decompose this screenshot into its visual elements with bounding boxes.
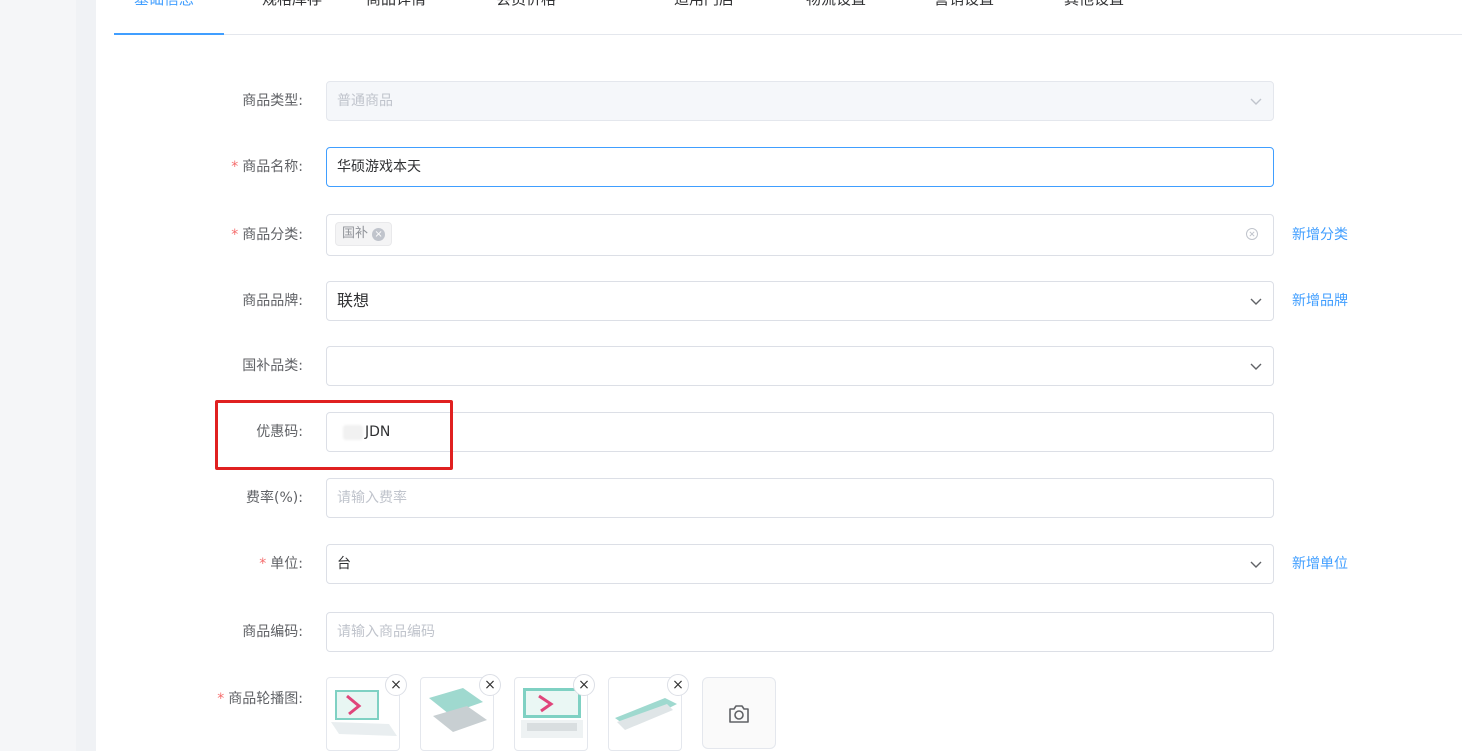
subsidy-category-label: 国补品类: — [242, 358, 303, 374]
tab-bar: 基础信息 规格库存 商品详情 会员价格 适用门店 物流设置 营销设置 其他设置 — [114, 0, 1462, 35]
coupon-code-input[interactable]: JDN — [326, 412, 1274, 452]
carousel-label: * 商品轮播图: — [217, 691, 303, 707]
unit-label: * 单位: — [259, 556, 303, 572]
tab-other-settings[interactable]: 其他设置 — [1064, 0, 1124, 14]
tab-basic-info[interactable]: 基础信息 — [134, 0, 194, 14]
category-tag: 国补 × — [335, 222, 393, 246]
tag-close-icon[interactable]: × — [372, 227, 386, 241]
brand-value: 联想 — [337, 291, 370, 310]
tab-marketing[interactable]: 营销设置 — [934, 0, 994, 14]
form-row-product-name: * 商品名称: 华硕游戏本天 — [96, 147, 1462, 187]
brand-select[interactable]: 联想 — [326, 281, 1274, 321]
tab-spec-stock[interactable]: 规格库存 — [262, 0, 322, 14]
form-row-product-type: 商品类型: 普通商品 — [96, 81, 1462, 121]
product-type-select[interactable]: 普通商品 — [326, 81, 1274, 121]
tab-logistics[interactable]: 物流设置 — [806, 0, 866, 14]
add-brand-link[interactable]: 新增品牌 — [1292, 281, 1348, 321]
chevron-down-icon — [1250, 561, 1262, 568]
tab-member-price[interactable]: 会员价格 — [496, 0, 556, 14]
product-code-label: 商品编码: — [242, 624, 303, 640]
brand-label: 商品品牌: — [242, 293, 303, 309]
add-unit-link[interactable]: 新增单位 — [1292, 544, 1348, 584]
product-type-value: 普通商品 — [337, 93, 393, 109]
fee-rate-label: 费率(%): — [246, 490, 303, 506]
product-type-label: 商品类型: — [242, 93, 303, 109]
add-category-link[interactable]: 新增分类 — [1292, 214, 1348, 256]
product-code-input[interactable]: 请输入商品编码 — [326, 612, 1274, 652]
carousel-image-4[interactable]: × — [608, 674, 689, 751]
remove-image-icon[interactable]: × — [479, 674, 501, 696]
carousel-image-1[interactable]: × — [326, 674, 407, 751]
chevron-down-icon — [1250, 298, 1262, 305]
product-code-placeholder: 请输入商品编码 — [337, 624, 435, 640]
annotation-highlight-box — [215, 400, 453, 470]
chevron-down-icon — [1250, 363, 1262, 370]
product-name-label: * 商品名称: — [231, 159, 303, 175]
form-row-subsidy-category: 国补品类: — [96, 346, 1462, 386]
clear-circle-icon[interactable] — [1245, 227, 1259, 241]
unit-value: 台 — [337, 556, 351, 572]
tab-applicable-stores[interactable]: 适用门店 — [674, 0, 734, 14]
carousel-image-2[interactable]: × — [420, 674, 501, 751]
carousel-image-3[interactable]: × — [514, 674, 595, 751]
left-gutter — [0, 0, 76, 751]
category-multiselect[interactable]: 国补 × — [326, 214, 1274, 256]
remove-image-icon[interactable]: × — [385, 674, 407, 696]
form-row-unit: * 单位: 台 新增单位 — [96, 544, 1462, 584]
remove-image-icon[interactable]: × — [667, 674, 689, 696]
camera-icon — [729, 705, 749, 723]
category-label: * 商品分类: — [231, 227, 303, 243]
upload-image-button[interactable] — [702, 677, 776, 749]
fee-rate-input[interactable]: 请输入费率 — [326, 478, 1274, 518]
form-row-product-code: 商品编码: 请输入商品编码 — [96, 612, 1462, 652]
form-row-fee-rate: 费率(%): 请输入费率 — [96, 478, 1462, 518]
product-name-input[interactable]: 华硕游戏本天 — [326, 147, 1274, 187]
active-tab-indicator — [114, 33, 224, 35]
tab-product-details[interactable]: 商品详情 — [366, 0, 426, 14]
chevron-down-icon — [1250, 98, 1262, 105]
fee-rate-placeholder: 请输入费率 — [337, 490, 407, 506]
form-row-brand: 商品品牌: 联想 新增品牌 — [96, 281, 1462, 321]
subsidy-category-select[interactable] — [326, 346, 1274, 386]
remove-image-icon[interactable]: × — [573, 674, 595, 696]
product-edit-panel: 基础信息 规格库存 商品详情 会员价格 适用门店 物流设置 营销设置 其他设置 … — [96, 0, 1462, 751]
unit-select[interactable]: 台 — [326, 544, 1274, 584]
form-row-carousel: * 商品轮播图: — [96, 679, 1462, 719]
product-name-value: 华硕游戏本天 — [337, 159, 421, 175]
form-row-category: * 商品分类: 国补 × 新增分类 — [96, 214, 1462, 256]
